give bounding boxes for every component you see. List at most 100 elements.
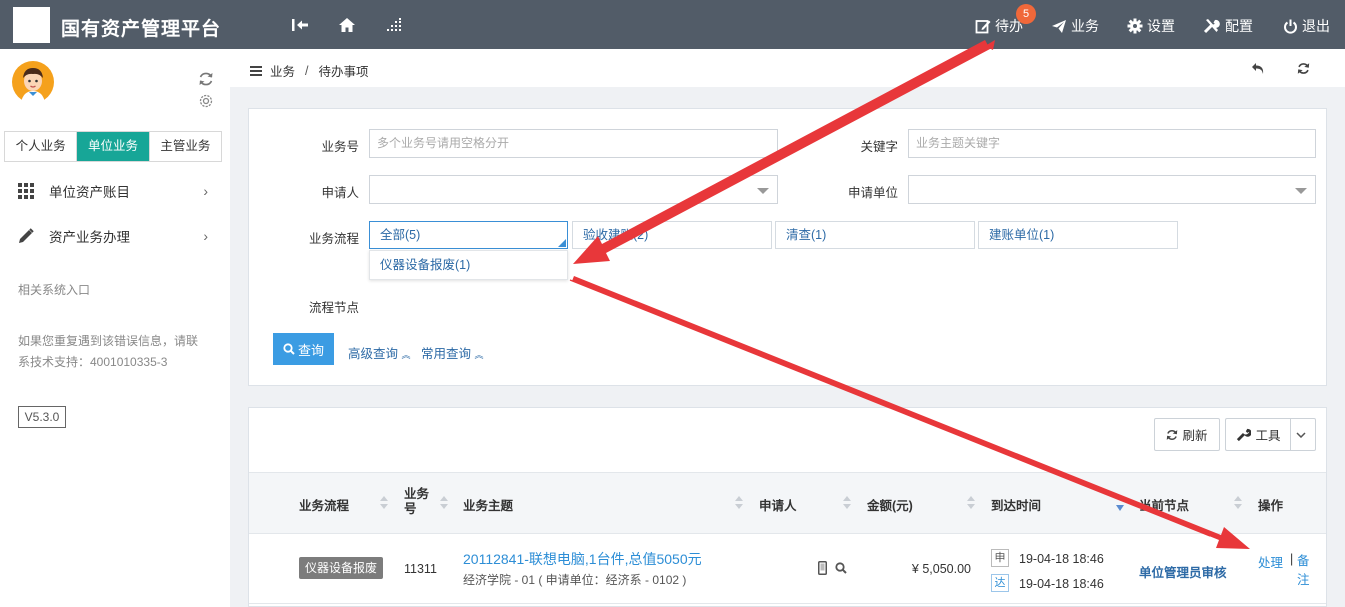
sort-icon[interactable] [380,496,388,510]
tools-icon [1203,19,1220,34]
advanced-query-link[interactable]: 高级查询 ︽ [348,343,411,362]
breadcrumb: 业务 / 待办事项 [250,61,369,80]
caret-down-icon [757,188,769,194]
reload-icon[interactable] [1297,62,1310,75]
settings-gear-icon[interactable] [198,93,214,109]
business-no-cell: 11311 [404,562,437,576]
business-no-input[interactable]: 多个业务号请用空格分开 [369,129,778,158]
current-node-link[interactable]: 单位管理员审核 [1139,562,1227,581]
logo [13,7,50,43]
grid-icon [18,183,36,199]
label-applicant-unit: 申请单位 [847,186,898,200]
power-icon [1284,19,1297,34]
tools-button-label: 工具 [1255,429,1281,443]
col-header-current-node[interactable]: 当前节点 [1139,495,1189,514]
chevron-right-icon: › [203,228,208,244]
edit-icon [975,20,991,34]
applicant-unit-select[interactable] [908,175,1316,204]
avatar[interactable] [12,61,54,103]
nav-settings-label: 设置 [1147,18,1175,34]
tools-button[interactable]: 工具 [1225,418,1291,451]
col-header-amount[interactable]: 金额(元) [867,495,913,514]
flow-option-account-unit[interactable]: 建账单位(1) [978,221,1178,249]
sort-icon[interactable] [440,496,448,510]
search-icon [283,343,295,355]
collapse-sidebar-icon[interactable] [289,14,311,36]
chevron-up-icon: ︽ [401,350,411,360]
todo-count-badge: 5 [1016,4,1036,24]
common-query-label: 常用查询 [421,347,472,361]
gear-icon [1127,18,1143,34]
label-applicant: 申请人 [321,186,359,200]
top-bar: 国有资产管理平台 待办 5 业务 设置 配置 退出 [0,0,1345,49]
signal-icon[interactable] [383,14,405,36]
tab-unit-business[interactable]: 单位业务 [77,132,150,161]
back-icon[interactable] [1251,62,1265,75]
help-text-line2: 系技术支持：4001010335-3 [18,355,168,369]
nav-todo[interactable]: 待办 [975,16,1023,36]
tools-dropdown-toggle[interactable] [1290,418,1316,451]
col-header-arrive-time[interactable]: 到达时间 [991,495,1041,514]
subject-link[interactable]: 20112841-联想电脑,1台件,总值5050元 [463,549,702,569]
nav-logout[interactable]: 退出 [1283,16,1330,36]
refresh-icon[interactable] [198,71,214,87]
sidebar-item-asset-business[interactable]: 资产业务办理 › [18,226,218,246]
flow-option-all[interactable]: 全部(5) [369,221,568,249]
tab-personal-business[interactable]: 个人业务 [5,132,78,161]
nav-config-label: 配置 [1225,18,1253,34]
flow-option-label: 全部(5) [380,228,421,242]
mobile-icon[interactable] [818,561,827,575]
flow-tag: 仪器设备报废 [299,557,384,579]
label-business-no: 业务号 [321,140,359,154]
version-badge: V5.3.0 [18,406,66,428]
query-button[interactable]: 查询 [273,333,334,365]
sidebar-item-label: 单位资产账目 [49,185,130,200]
nav-config[interactable]: 配置 [1203,16,1253,36]
keyword-input[interactable]: 业务主题关键字 [908,129,1316,158]
flow-option-acceptance[interactable]: 验收建账(2) [572,221,772,249]
related-systems-title: 相关系统入口 [18,283,91,297]
col-header-operation: 操作 [1258,499,1284,513]
op-separator: | [1290,552,1294,566]
nav-business-label: 业务 [1071,18,1099,34]
tab-supervisor-business[interactable]: 主管业务 [149,132,221,161]
refresh-icon [1167,429,1178,440]
refresh-button[interactable]: 刷新 [1154,418,1220,451]
chevron-down-icon [1296,431,1306,438]
col-header-business-no[interactable]: 业务号 [404,487,430,517]
sort-icon[interactable] [843,496,851,510]
process-link[interactable]: 处理 [1258,552,1283,571]
sort-icon[interactable] [1234,496,1242,510]
col-header-applicant[interactable]: 申请人 [759,495,797,514]
common-query-link[interactable]: 常用查询 ︽ [421,343,484,362]
nav-business[interactable]: 业务 [1051,16,1099,36]
applicant-select[interactable] [369,175,778,204]
subject-subtext: 经济学院 - 01 ( 申请单位：经济系 - 0102 ) [463,573,687,587]
menu-icon[interactable] [250,65,262,76]
caret-down-icon [1295,188,1307,194]
app-title: 国有资产管理平台 [61,19,222,40]
arrive-time-tag: 达 [991,574,1009,592]
home-icon[interactable] [336,14,358,36]
chevron-right-icon: › [203,183,208,199]
amount-cell: ¥ 5,050.00 [911,562,971,576]
check-corner-icon [558,239,566,247]
breadcrumb-item-business[interactable]: 业务 [270,61,295,80]
search-icon[interactable] [835,562,847,574]
col-header-subject[interactable]: 业务主题 [463,495,513,514]
col-header-flow[interactable]: 业务流程 [299,495,349,514]
sidebar-item-unit-asset-accounts[interactable]: 单位资产账目 › [18,181,218,201]
nav-logout-label: 退出 [1302,18,1330,34]
label-flow: 业务流程 [308,232,359,246]
sidebar: 个人业务 单位业务 主管业务 单位资产账目 › 资产业务办理 › 相关系统入口 … [0,49,230,607]
sort-icon[interactable] [967,496,975,510]
nav-settings[interactable]: 设置 [1127,16,1175,36]
flow-option-inventory[interactable]: 清查(1) [775,221,975,249]
wrench-icon [1237,428,1252,442]
sort-desc-icon[interactable] [1116,505,1124,511]
sort-icon[interactable] [735,496,743,510]
breadcrumb-item-todo: 待办事项 [318,65,369,79]
note-link[interactable]: 备注 [1297,552,1311,590]
flow-option-equipment-scrap[interactable]: 仪器设备报废(1) [369,250,568,280]
breadcrumb-separator: / [305,63,309,78]
